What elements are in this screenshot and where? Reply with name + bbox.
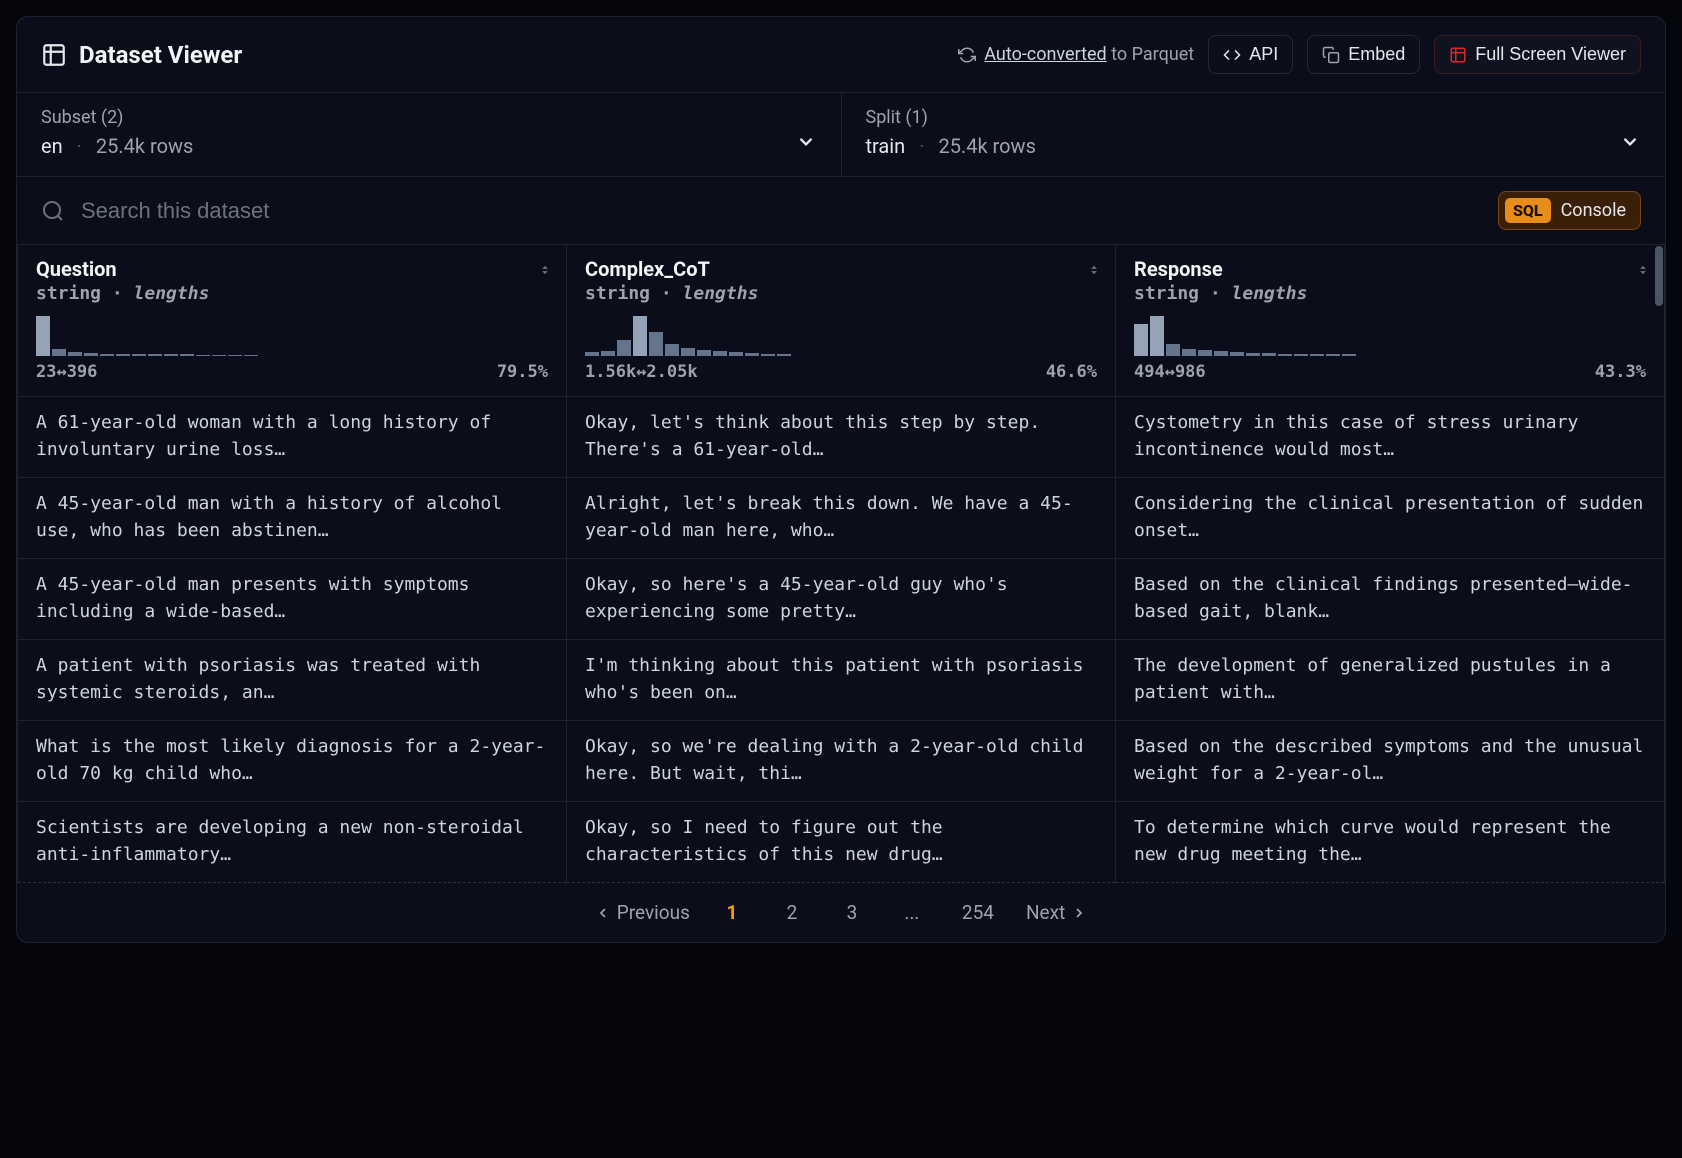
column-name: Question [36, 257, 548, 281]
table-row[interactable]: A 45-year-old man presents with symptoms… [18, 559, 1665, 640]
table-cell[interactable]: Based on the described symptoms and the … [1116, 721, 1665, 802]
column-name: Complex_CoT [585, 257, 1097, 281]
chevron-right-icon [1071, 905, 1087, 921]
table-cell[interactable]: Considering the clinical presentation of… [1116, 478, 1665, 559]
sql-console-button[interactable]: SQL Console [1498, 191, 1641, 230]
pagination: Previous 1 2 3... 254 Next [17, 883, 1665, 942]
chevron-down-icon [795, 130, 817, 152]
table-row[interactable]: Scientists are developing a new non-ster… [18, 802, 1665, 883]
table-row[interactable]: What is the most likely diagnosis for a … [18, 721, 1665, 802]
table-cell[interactable]: A 45-year-old man with a history of alco… [18, 478, 567, 559]
table-cell[interactable]: Okay, so we're dealing with a 2-year-old… [567, 721, 1116, 802]
sort-icon[interactable] [1087, 261, 1101, 279]
table-cell[interactable]: A patient with psoriasis was treated wit… [18, 640, 567, 721]
dataset-viewer-panel: Dataset Viewer Auto-converted to Parquet… [16, 16, 1666, 943]
table-wrap: Question string · lengths 23↔396 79.5% Co… [17, 244, 1665, 883]
range: 494↔986 [1134, 362, 1206, 382]
table-row[interactable]: A 61-year-old woman with a long history … [18, 397, 1665, 478]
page-ellipsis: ... [902, 901, 922, 924]
auto-converted-link[interactable]: Auto-converted to Parquet [958, 44, 1194, 65]
table-cell[interactable]: Okay, let's think about this step by ste… [567, 397, 1116, 478]
table-cell[interactable]: Okay, so I need to figure out the charac… [567, 802, 1116, 883]
range: 23↔396 [36, 362, 97, 382]
pct: 79.5% [497, 362, 548, 382]
column-type: string · lengths [585, 283, 1097, 304]
histogram[interactable] [36, 316, 548, 356]
column-type: string · lengths [36, 283, 548, 304]
table-cell[interactable]: The development of generalized pustules … [1116, 640, 1665, 721]
code-icon [1223, 46, 1241, 64]
table-red-icon [1449, 46, 1467, 64]
pct: 43.3% [1595, 362, 1646, 382]
search-input[interactable] [81, 198, 1482, 224]
api-button[interactable]: API [1208, 35, 1293, 74]
table-cell[interactable]: What is the most likely diagnosis for a … [18, 721, 567, 802]
page-number[interactable]: 3 [842, 901, 862, 924]
column-header[interactable]: Question string · lengths 23↔396 79.5% [18, 245, 567, 397]
table-row[interactable]: A patient with psoriasis was treated wit… [18, 640, 1665, 721]
header: Dataset Viewer Auto-converted to Parquet… [17, 17, 1665, 93]
sort-icon[interactable] [538, 261, 552, 279]
refresh-icon [958, 46, 976, 64]
selectors: Subset (2) en · 25.4k rows Split (1) tra… [17, 93, 1665, 177]
data-table: Question string · lengths 23↔396 79.5% Co… [17, 244, 1665, 883]
page-title: Dataset Viewer [79, 41, 242, 69]
search-icon [41, 199, 65, 223]
prev-button[interactable]: Previous [595, 901, 690, 924]
embed-button[interactable]: Embed [1307, 35, 1420, 74]
copy-icon [1322, 46, 1340, 64]
column-name: Response [1134, 257, 1646, 281]
column-type: string · lengths [1134, 283, 1646, 304]
table-cell[interactable]: Alright, let's break this down. We have … [567, 478, 1116, 559]
chevron-left-icon [595, 905, 611, 921]
table-icon [41, 42, 67, 68]
table-cell[interactable]: A 45-year-old man presents with symptoms… [18, 559, 567, 640]
table-cell[interactable]: To determine which curve would represent… [1116, 802, 1665, 883]
table-row[interactable]: A 45-year-old man with a history of alco… [18, 478, 1665, 559]
table-cell[interactable]: Cystometry in this case of stress urinar… [1116, 397, 1665, 478]
fullscreen-button[interactable]: Full Screen Viewer [1434, 35, 1641, 74]
column-header[interactable]: Response string · lengths 494↔986 43.3% [1116, 245, 1665, 397]
table-cell[interactable]: I'm thinking about this patient with pso… [567, 640, 1116, 721]
histogram[interactable] [1134, 316, 1646, 356]
chevron-down-icon [1619, 130, 1641, 152]
histogram[interactable] [585, 316, 1097, 356]
table-cell[interactable]: Based on the clinical findings presented… [1116, 559, 1665, 640]
column-header[interactable]: Complex_CoT string · lengths 1.56k↔2.05k… [567, 245, 1116, 397]
table-cell[interactable]: Okay, so here's a 45-year-old guy who's … [567, 559, 1116, 640]
range: 1.56k↔2.05k [585, 362, 698, 382]
table-cell[interactable]: Scientists are developing a new non-ster… [18, 802, 567, 883]
subset-selector[interactable]: Subset (2) en · 25.4k rows [17, 93, 842, 176]
scrollbar[interactable] [1655, 244, 1663, 883]
page-number[interactable]: 1 [722, 901, 742, 924]
pct: 46.6% [1046, 362, 1097, 382]
page-number[interactable]: 254 [962, 901, 994, 924]
next-button[interactable]: Next [1026, 901, 1087, 924]
page-number[interactable]: 2 [782, 901, 802, 924]
sort-icon[interactable] [1636, 261, 1650, 279]
table-cell[interactable]: A 61-year-old woman with a long history … [18, 397, 567, 478]
split-selector[interactable]: Split (1) train · 25.4k rows [842, 93, 1666, 176]
search-row: SQL Console [17, 177, 1665, 244]
